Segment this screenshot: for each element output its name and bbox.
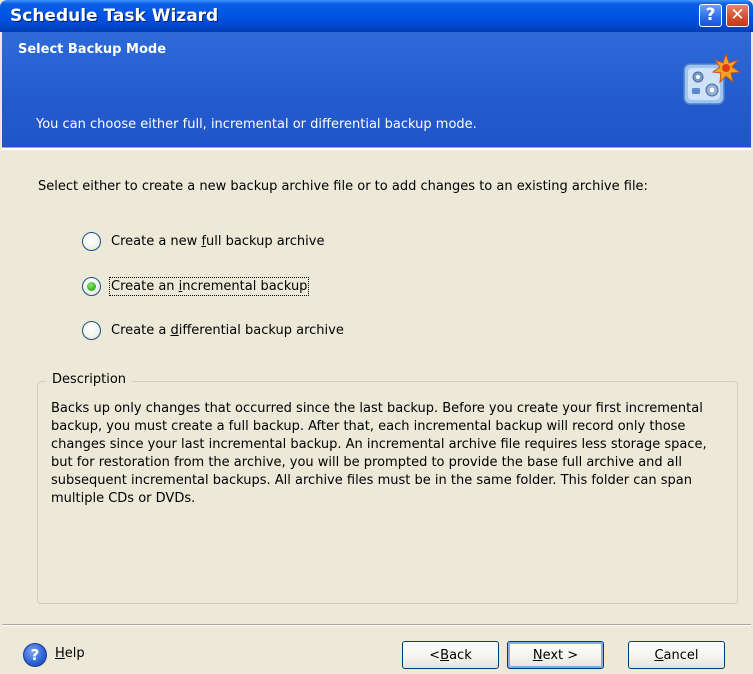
next-button[interactable]: Next >: [507, 641, 604, 669]
footer-divider: [2, 624, 751, 626]
option-full-backup[interactable]: Create a new full backup archive: [82, 229, 324, 253]
title-bar[interactable]: Schedule Task Wizard ? ✕: [0, 0, 753, 32]
window-title: Schedule Task Wizard: [10, 6, 219, 26]
description-legend: Description: [46, 372, 133, 387]
radio-full-backup[interactable]: [82, 231, 101, 251]
backup-wizard-icon: [683, 52, 742, 105]
help-link[interactable]: Help: [55, 646, 85, 661]
wizard-window: Schedule Task Wizard ? ✕ Select Backup M…: [0, 0, 753, 674]
cancel-button[interactable]: Cancel: [628, 641, 725, 669]
page-title: Select Backup Mode: [18, 42, 167, 57]
option-incremental-backup[interactable]: Create an incremental backup: [82, 274, 310, 298]
description-text: Backs up only changes that occurred sinc…: [51, 401, 707, 506]
radio-differential-backup[interactable]: [82, 320, 101, 340]
header-divider: [2, 147, 751, 150]
help-icon[interactable]: ?: [23, 643, 47, 667]
option-incremental-label: Create an incremental backup: [108, 276, 310, 296]
back-button[interactable]: < Back: [402, 641, 499, 669]
option-full-label: Create a new full backup archive: [111, 233, 325, 249]
radio-incremental-backup[interactable]: [82, 276, 101, 296]
close-button[interactable]: ✕: [726, 4, 749, 27]
option-differential-label: Create a differential backup archive: [111, 322, 344, 338]
wizard-header: Select Backup Mode You can choose either…: [2, 32, 751, 147]
page-subtitle: You can choose either full, incremental …: [36, 117, 477, 132]
mode-prompt: Select either to create a new backup arc…: [38, 179, 648, 194]
option-differential-backup[interactable]: Create a differential backup archive: [82, 318, 344, 342]
title-help-button[interactable]: ?: [699, 4, 722, 27]
